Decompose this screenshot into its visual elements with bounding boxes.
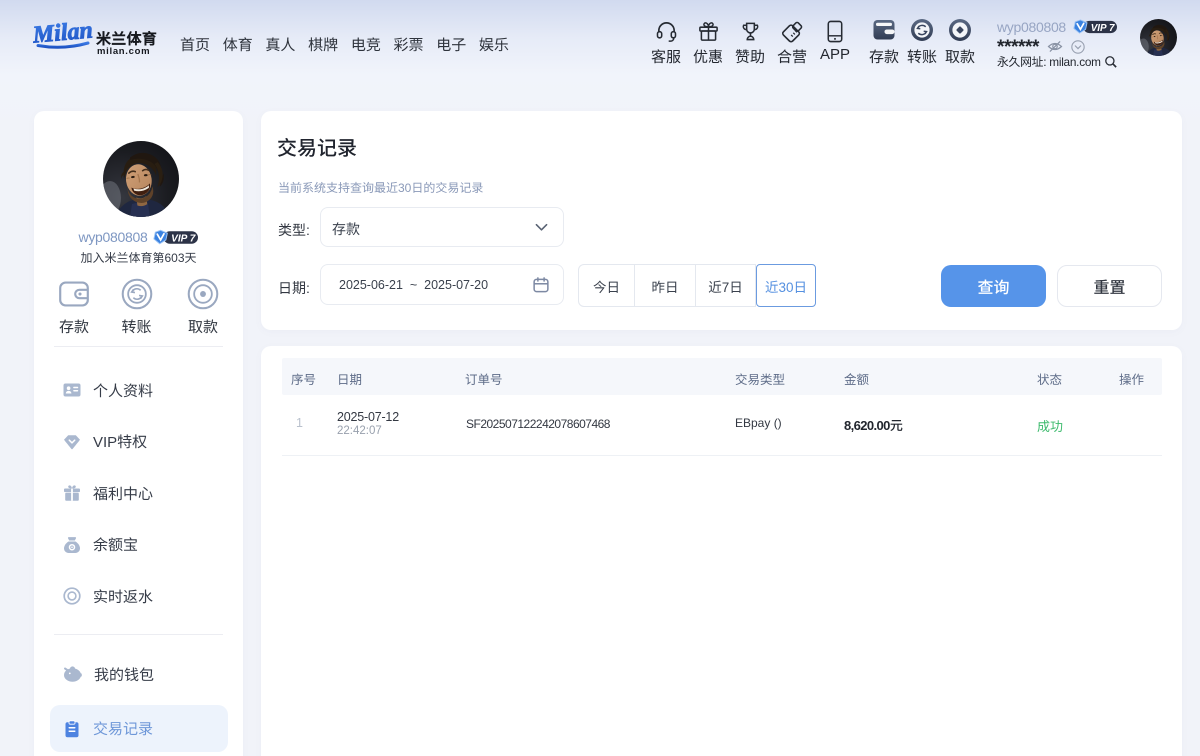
svg-text:VIP 7: VIP 7 (172, 233, 197, 244)
svg-text:VIP 7: VIP 7 (1091, 22, 1115, 33)
